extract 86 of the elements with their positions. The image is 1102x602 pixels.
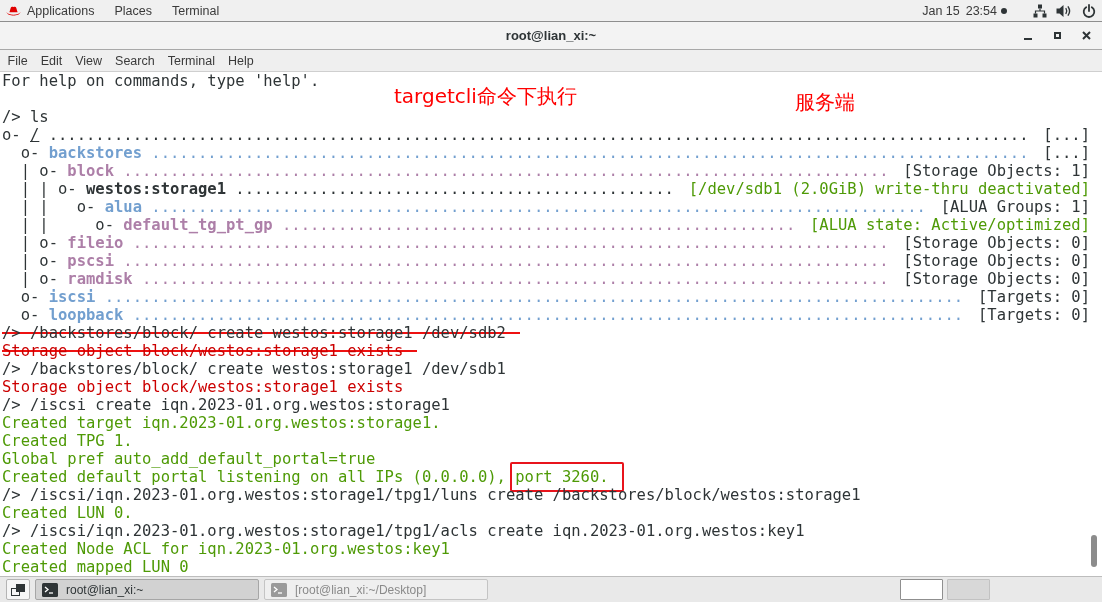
tree-connector: | | o- xyxy=(19,198,97,216)
top-bar-menu[interactable]: Applications xyxy=(27,2,95,19)
command-line: /> /iscsi create iqn.2023-01.org.westos:storage1 xyxy=(2,396,450,414)
terminal-icon xyxy=(42,582,58,597)
node-summary: [Storage Objects: 0] xyxy=(902,234,1090,252)
node-summary: [Storage Objects: 0] xyxy=(902,270,1090,288)
menu-item[interactable]: Help xyxy=(221,52,261,69)
success-message: Created mapped LUN 0 xyxy=(2,558,189,576)
tree-node-name: loopback xyxy=(48,306,124,324)
tree-node-name: backstores xyxy=(48,144,142,162)
success-message: Created target iqn.2023-01.org.westos:storage1. xyxy=(2,414,441,432)
success-message: Created default portal listening on all IPs (0.0.0.0), xyxy=(2,468,507,486)
top-bar-menu[interactable]: Places xyxy=(114,2,152,19)
dot-leader: ............................................... xyxy=(235,180,674,198)
tree-node-name: ramdisk xyxy=(67,270,133,288)
tree-connector: | o- xyxy=(19,270,59,288)
clock-time[interactable]: 23:54 xyxy=(965,2,997,19)
maximize-icon xyxy=(1053,32,1061,39)
taskbar-window-button[interactable]: root@lian_xi:~ xyxy=(35,579,259,600)
tree-node-name: pscsi xyxy=(67,252,114,270)
dot-leader: ......................................................................................................... xyxy=(48,126,1029,144)
menu-item[interactable]: Terminal xyxy=(161,52,222,69)
node-summary: [...] xyxy=(1042,144,1090,162)
menu-item[interactable]: Edit xyxy=(34,52,69,69)
tree-connector: o- xyxy=(19,306,41,324)
dot-leader: ............................................................................................ xyxy=(104,288,964,306)
workspace-button[interactable] xyxy=(900,579,943,600)
tree-node-name: default_tg_pt_gp xyxy=(123,216,273,234)
command-line: /> /iscsi/iqn.2023-01.org.westos:storage1/tpg1/acls create iqn.2023-01.org.westos:key1 xyxy=(2,522,805,540)
terminal-icon xyxy=(271,582,287,597)
tree-node-name: fileio xyxy=(67,234,124,252)
network-icon[interactable] xyxy=(1033,3,1047,18)
node-summary: [Storage Objects: 1] xyxy=(902,162,1090,180)
tree-connector: o- xyxy=(19,288,41,306)
clock-date[interactable]: Jan 15 xyxy=(922,2,960,19)
node-summary: [...] xyxy=(1042,126,1090,144)
tree-node-name: block xyxy=(67,162,114,180)
command-line: /> /backstores/block/ create westos:storage1 /dev/sdb1 xyxy=(2,360,506,378)
output-line: For help on commands, type 'help'. xyxy=(2,72,320,90)
node-summary: [ALUA Groups: 1] xyxy=(939,198,1090,216)
show-desktop-button[interactable] xyxy=(6,579,30,600)
node-summary: [Storage Objects: 0] xyxy=(902,252,1090,270)
node-summary: [Targets: 0] xyxy=(977,288,1090,306)
success-message: Global pref auto_add_default_portal=true xyxy=(2,450,376,468)
tree-connector: | | o- xyxy=(19,180,78,198)
dot-leader: ................................................................................. xyxy=(132,234,889,252)
minimize-icon xyxy=(1024,38,1032,40)
annotation-note: targetcli命令下执行 xyxy=(394,84,577,108)
success-message: Created Node ACL for iqn.2023-01.org.westos:key1 xyxy=(2,540,450,558)
tree-connector: o- xyxy=(19,144,41,162)
menu-item[interactable]: Search xyxy=(108,52,162,69)
dot-leader: ......................................................................................... xyxy=(132,306,964,324)
menu-item[interactable]: File xyxy=(1,52,35,69)
node-summary: [Targets: 0] xyxy=(977,306,1090,324)
success-message: Created LUN 0. xyxy=(2,504,133,522)
tree-connector: | | o- xyxy=(19,216,115,234)
tree-node-name: iscsi xyxy=(48,288,96,306)
error-message: Storage object block/westos:storage1 exists xyxy=(2,378,404,396)
node-summary: [/dev/sdb1 (2.0GiB) write-thru deactivated] xyxy=(687,180,1090,198)
menu-item[interactable]: View xyxy=(68,52,109,69)
tree-connector: o- xyxy=(2,126,22,144)
power-icon[interactable] xyxy=(1082,3,1096,18)
dot-leader: ....................................................... xyxy=(281,216,796,234)
dot-leader: .............................................................................................. xyxy=(151,144,1029,162)
close-icon xyxy=(1081,31,1091,40)
tree-node-name: / xyxy=(30,126,40,144)
notification-dot-icon xyxy=(1001,7,1007,14)
tree-node-name: westos:storage1 xyxy=(86,180,226,198)
tree-connector: | o- xyxy=(19,162,59,180)
volume-icon[interactable] xyxy=(1056,3,1072,18)
scrollbar-thumb[interactable] xyxy=(1091,535,1097,567)
window-title: root@lian_xi:~ xyxy=(505,26,597,45)
dot-leader: .................................................................................. xyxy=(123,162,889,180)
annotation-note: 服务端 xyxy=(795,90,855,114)
top-bar-menu[interactable]: Terminal xyxy=(171,2,220,19)
tree-connector: | o- xyxy=(19,252,59,270)
windows-icon xyxy=(11,583,25,596)
hat-icon[interactable] xyxy=(6,5,21,16)
node-summary: [ALUA state: Active/optimized] xyxy=(809,216,1090,234)
dot-leader: .................................................................................. xyxy=(123,252,889,270)
dot-leader: ................................................................................... xyxy=(151,198,926,216)
command-line: /> ls xyxy=(2,108,49,126)
tree-node-name: alua xyxy=(104,198,142,216)
tree-connector: | o- xyxy=(19,234,59,252)
dot-leader: ................................................................................ xyxy=(142,270,889,288)
success-message: Created TPG 1. xyxy=(2,432,133,450)
